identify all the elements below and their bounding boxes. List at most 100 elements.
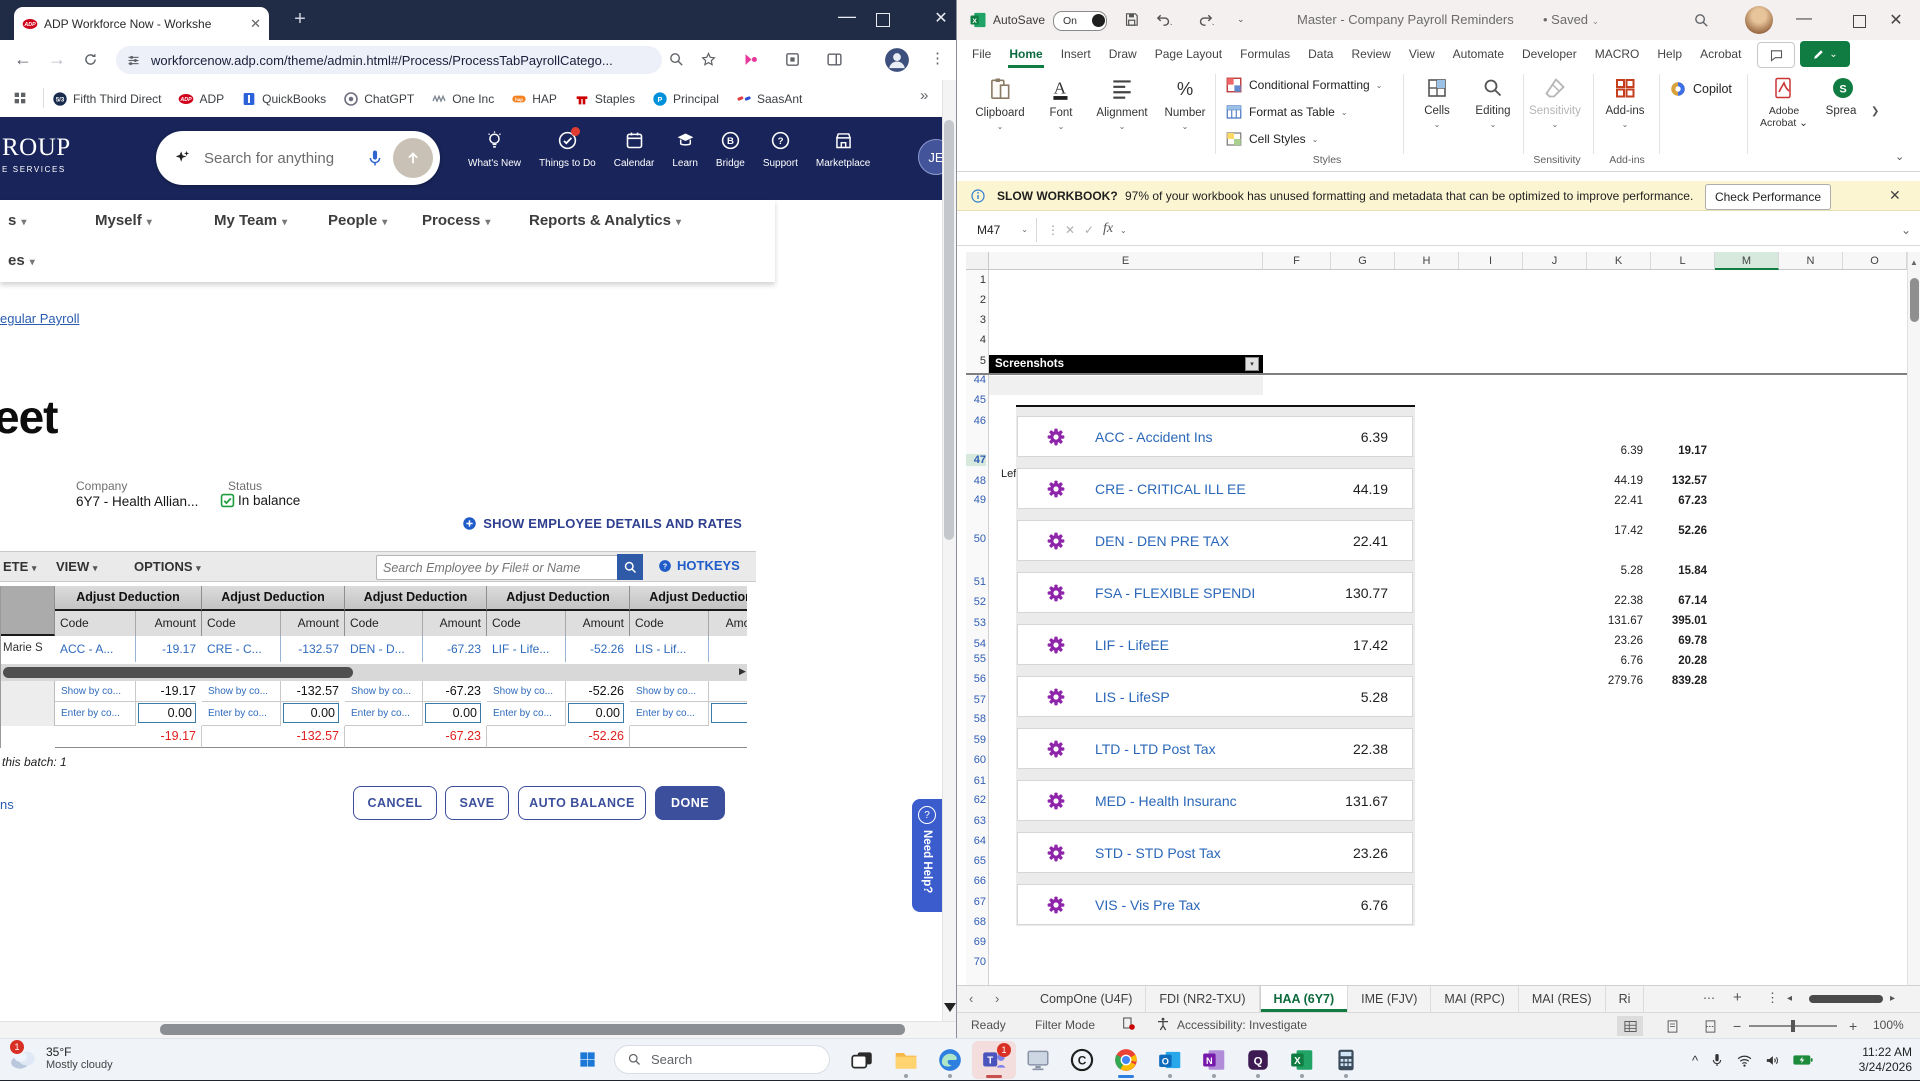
code-column-header[interactable]: Code [345, 611, 423, 636]
mic-icon[interactable] [365, 148, 385, 168]
qat-dropdown-icon[interactable]: ⌄ [1237, 14, 1245, 25]
taskbar-app-monitor[interactable] [1016, 1041, 1060, 1079]
show-employee-details-link[interactable]: SHOW EMPLOYEE DETAILS AND RATES [462, 516, 742, 531]
amount-input[interactable] [711, 703, 747, 723]
ribbon-more-icon[interactable]: ❯ [1871, 106, 1879, 117]
row-header-68[interactable]: 68 [966, 916, 986, 928]
column-group-header[interactable]: Adjust Deduction [345, 586, 487, 611]
row-header-54[interactable]: 54 [966, 638, 986, 650]
extensions-icon[interactable] [784, 51, 801, 68]
ribbon-group-sensitivity[interactable]: Sensitivity⌄ [1527, 68, 1583, 156]
taskbar-app-folder[interactable] [884, 1041, 928, 1079]
bookmark-item[interactable]: PPrincipal [652, 91, 719, 107]
scroll-down-arrow-icon[interactable] [944, 1003, 956, 1012]
tab-close-icon[interactable]: ✕ [250, 16, 261, 32]
taskbar-app-outlook[interactable]: O [1148, 1041, 1192, 1079]
row-header-53[interactable]: 53 [966, 617, 986, 629]
grid-select-all-corner[interactable] [966, 252, 989, 270]
column-header-E[interactable]: E [989, 252, 1263, 270]
bookmark-item[interactable]: ChatGPT [343, 91, 414, 107]
column-header-F[interactable]: F [1263, 252, 1331, 270]
bookmark-item[interactable]: ADPADP [178, 91, 224, 107]
breadcrumb-link-regular-payroll[interactable]: egular Payroll [0, 311, 80, 326]
filter-header-cell[interactable]: Screenshots [989, 355, 1263, 373]
nav-item-partial[interactable]: es▾ [8, 252, 35, 269]
amount-column-header[interactable]: Amount [709, 611, 747, 636]
macro-record-icon[interactable] [1121, 1016, 1137, 1032]
row-header-51[interactable]: 51 [966, 576, 986, 588]
nav-item-my-team[interactable]: My Team▾ [214, 212, 287, 229]
scrollbar-thumb[interactable] [944, 120, 954, 540]
spreadsheet-addin-button[interactable]: SSprea [1819, 68, 1867, 156]
banner-close-icon[interactable]: ✕ [1889, 187, 1901, 204]
quick-link-calendar[interactable]: Calendar [614, 130, 655, 169]
scroll-right-icon[interactable]: ▶ [739, 666, 746, 677]
excel-search-icon[interactable] [1693, 12, 1710, 29]
quick-link-marketplace[interactable]: Marketplace [816, 130, 870, 169]
normal-view-icon[interactable] [1617, 1016, 1643, 1036]
page-layout-view-icon[interactable] [1659, 1016, 1685, 1036]
page-break-view-icon[interactable] [1697, 1016, 1723, 1036]
column-group-header[interactable]: Adjust Deduction [630, 586, 747, 611]
bookmark-item[interactable]: One Inc [431, 91, 494, 107]
cancel-button[interactable]: CANCEL [353, 786, 437, 820]
sheet-tab-haa-6y7-[interactable]: HAA (6Y7) [1260, 986, 1349, 1012]
ribbon-group-number[interactable]: %Number⌄ [1155, 68, 1215, 156]
forward-button[interactable]: → [48, 49, 66, 70]
quick-link-learn[interactable]: Learn [672, 130, 698, 169]
row-header-69[interactable]: 69 [966, 936, 986, 948]
column-header-J[interactable]: J [1523, 252, 1587, 270]
show-by-code-link[interactable]: Show by co... [345, 681, 423, 702]
zoom-slider-knob[interactable] [1791, 1020, 1795, 1032]
bookmark-item[interactable]: 5/3Fifth Third Direct [52, 91, 161, 107]
row-header-3[interactable]: 3 [966, 314, 986, 326]
apps-grid-icon[interactable] [12, 90, 28, 106]
enter-by-code-link[interactable]: Enter by co... [202, 702, 281, 726]
autosave-toggle[interactable]: On [1053, 11, 1107, 31]
weather-widget[interactable]: 1 35°F Mostly cloudy [8, 1043, 113, 1073]
enter-by-code-link[interactable]: Enter by co... [487, 702, 566, 726]
amount-column-header[interactable]: Amount [136, 611, 202, 636]
adp-search-bar[interactable]: Search for anything [156, 131, 440, 185]
taskbar-app-teams[interactable]: T1 [972, 1041, 1016, 1079]
sheet-tab-ri[interactable]: Ri [1606, 986, 1645, 1012]
ribbon-tab-home[interactable]: Home [1000, 40, 1051, 68]
ribbon-collapse-icon[interactable]: ⌄ [1895, 150, 1904, 163]
bookmark-item[interactable]: Staples [574, 91, 635, 107]
deduction-code-cell[interactable]: DEN - D... [345, 636, 423, 662]
row-header-58[interactable]: 58 [966, 713, 986, 725]
row-header-59[interactable]: 59 [966, 734, 986, 746]
zoom-out-icon[interactable]: − [1733, 1018, 1741, 1034]
pink-extension-icon[interactable] [742, 51, 759, 68]
ribbon-tab-view[interactable]: View [1400, 40, 1444, 68]
need-help-tab[interactable]: ? Need Help? [912, 799, 942, 912]
column-header-H[interactable]: H [1395, 252, 1459, 270]
nav-item-myself[interactable]: Myself▾ [95, 212, 152, 229]
delete-menu[interactable]: ETE ▾ [3, 559, 36, 574]
enter-by-code-link[interactable]: Enter by co... [55, 702, 136, 726]
sheet-tab-mai-rpc-[interactable]: MAI (RPC) [1431, 986, 1518, 1012]
ribbon-tab-file[interactable]: File [963, 40, 1000, 68]
nav-item-people[interactable]: People▾ [328, 212, 387, 229]
bookmark-item[interactable]: hapHAP [511, 91, 557, 107]
redo-icon[interactable]: ⌄ [1197, 11, 1214, 28]
sheet-tab-overflow-icon[interactable]: ⋯ [1703, 991, 1715, 1005]
quick-link-support[interactable]: ?Support [763, 130, 798, 169]
formula-expand-icon[interactable]: ⌄ [1901, 223, 1911, 237]
amount-input[interactable]: 0.00 [568, 703, 624, 723]
zoom-in-icon[interactable]: + [1849, 1018, 1857, 1034]
sheet-tab-ime-fjv-[interactable]: IME (FJV) [1348, 986, 1431, 1012]
bookmark-item[interactable]: QuickBooks [241, 91, 326, 107]
ribbon-group-editing[interactable]: Editing⌄ [1465, 68, 1521, 156]
url-bar[interactable]: workforcenow.adp.com/theme/admin.html#/P… [116, 46, 662, 74]
site-settings-icon[interactable] [126, 53, 141, 68]
nav-item-reports-analytics[interactable]: Reports & Analytics▾ [529, 212, 681, 229]
code-column-header[interactable]: Code [630, 611, 709, 636]
show-by-code-link[interactable]: Show by co... [487, 681, 566, 702]
ribbon-tab-help[interactable]: Help [1648, 40, 1691, 68]
deduction-amount-cell[interactable]: -132.57 [281, 636, 339, 662]
sheet-prev-icon[interactable]: ‹ [969, 991, 973, 1006]
show-by-code-link[interactable]: Show by co... [202, 681, 281, 702]
column-header-L[interactable]: L [1651, 252, 1715, 270]
bookmarks-overflow-icon[interactable]: » [920, 87, 928, 104]
